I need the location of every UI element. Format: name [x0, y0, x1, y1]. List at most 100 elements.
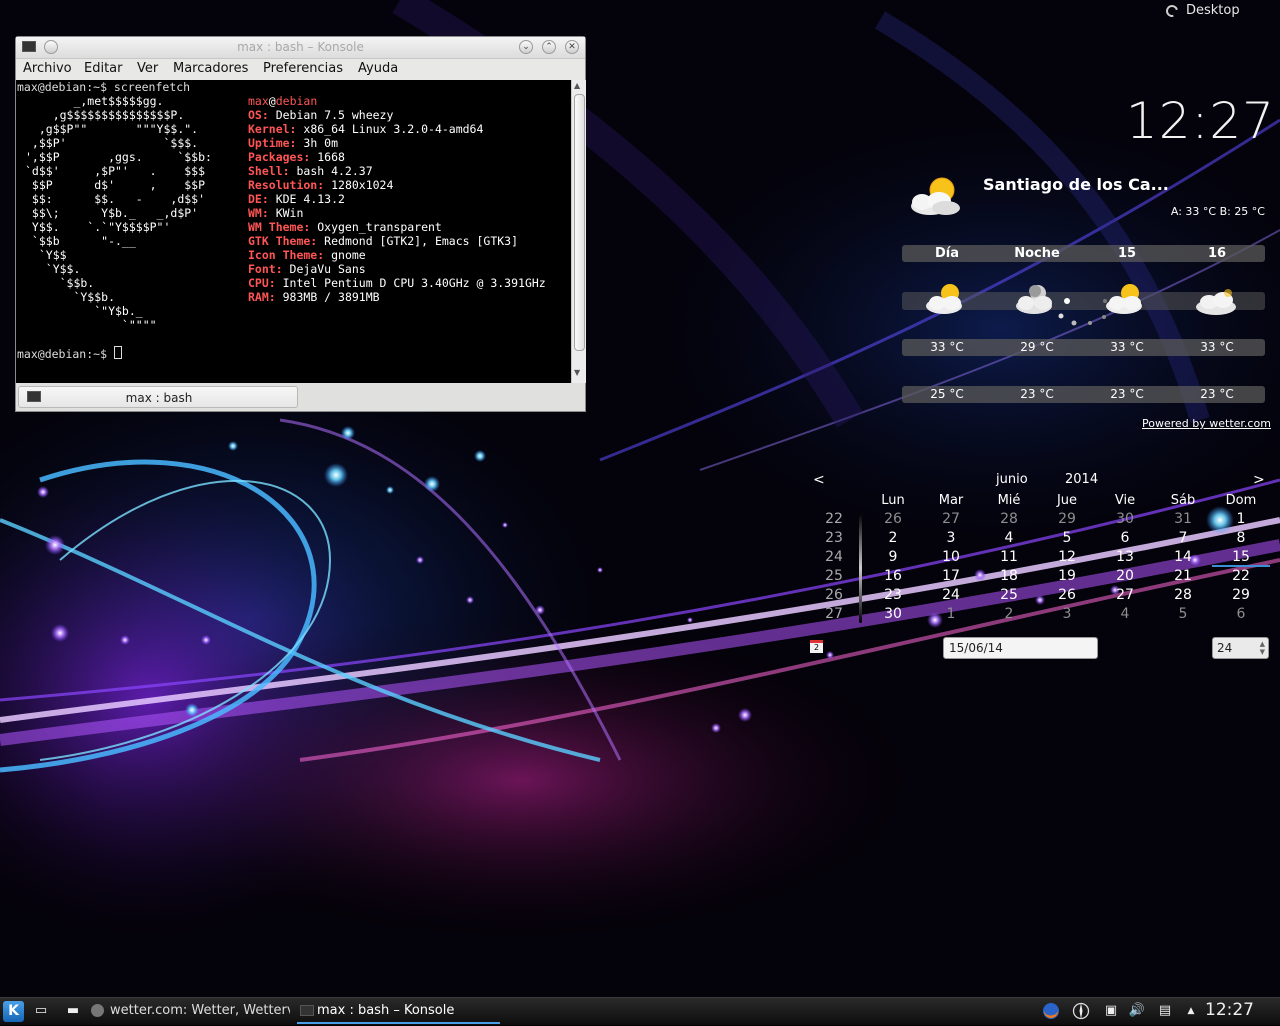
taskbar-clock[interactable]: 12:27: [1205, 1000, 1254, 1020]
device-notifier-icon[interactable]: ▤: [1156, 1002, 1174, 1020]
calendar-day[interactable]: 6: [1096, 530, 1154, 546]
calendar-day[interactable]: 21: [1154, 568, 1212, 584]
calendar-day[interactable]: 5: [1154, 606, 1212, 622]
calendar-day[interactable]: 13: [1096, 549, 1154, 565]
logo-line: `"""": [25, 318, 157, 332]
weather-high-temp: 33 °C: [1200, 340, 1234, 354]
calendar-day[interactable]: 19: [1038, 568, 1096, 584]
tab-max-bash[interactable]: max : bash: [18, 386, 298, 408]
calendar-day[interactable]: 2: [980, 606, 1038, 622]
volume-icon[interactable]: 🔊: [1128, 1002, 1146, 1020]
calendar-day[interactable]: 3: [922, 530, 980, 546]
show-desktop-icon[interactable]: ▬: [64, 1002, 82, 1020]
calendar-date-input[interactable]: [943, 637, 1098, 659]
sysinfo-label: Packages:: [248, 150, 311, 164]
calendar-day[interactable]: 23: [864, 587, 922, 603]
terminal-cursor: [113, 346, 122, 359]
task-browser[interactable]: wetter.com: Wetter, Wetterv: [90, 1000, 290, 1022]
calendar-day[interactable]: 4: [980, 530, 1038, 546]
calendar-week-spinbox[interactable]: 24 ▲ ▼: [1212, 637, 1269, 659]
calendar-month[interactable]: junio: [996, 472, 1028, 487]
task-konsole[interactable]: max : bash – Konsole: [297, 1000, 500, 1024]
window-titlebar[interactable]: max : bash – Konsole ⌄ ⌃ ✕: [16, 37, 585, 59]
menu-marcadores[interactable]: Marcadores: [173, 61, 248, 76]
calendar-day-today[interactable]: 15: [1212, 549, 1270, 565]
weather-low-temp: 23 °C: [1200, 387, 1234, 401]
spin-arrows-icon[interactable]: ▲ ▼: [1260, 640, 1265, 656]
scroll-up-arrow-icon[interactable]: ▲: [574, 81, 580, 90]
system-tray-expand-icon[interactable]: ▲: [1182, 1002, 1200, 1020]
scrollbar-thumb[interactable]: [574, 94, 585, 351]
calendar-day[interactable]: 30: [864, 606, 922, 622]
firefox-icon[interactable]: [1042, 1002, 1060, 1020]
pager-icon[interactable]: ▭: [32, 1002, 50, 1020]
desktop-toolbox[interactable]: Desktop: [1163, 2, 1240, 19]
calendar-week-value: 24: [1217, 641, 1233, 655]
calendar-day[interactable]: 28: [1154, 587, 1212, 603]
konsole-task-icon: [300, 1005, 314, 1016]
calendar-day[interactable]: 26: [1038, 587, 1096, 603]
menu-archivo[interactable]: Archivo: [23, 61, 72, 76]
calendar-day[interactable]: 6: [1212, 606, 1270, 622]
calendar-day[interactable]: 5: [1038, 530, 1096, 546]
window-maximize-button[interactable]: ⌃: [542, 40, 556, 54]
terminal-host: debian: [275, 94, 318, 108]
calendar-day[interactable]: 27: [1096, 587, 1154, 603]
calendar-day[interactable]: 20: [1096, 568, 1154, 584]
sysinfo-value: Debian 7.5 wheezy: [268, 108, 394, 122]
menu-preferencias[interactable]: Preferencias: [263, 61, 343, 76]
calendar-day[interactable]: 10: [922, 549, 980, 565]
terminal-scrollbar[interactable]: ▲ ▼: [571, 80, 586, 383]
calendar-day[interactable]: 7: [1154, 530, 1212, 546]
menu-ver[interactable]: Ver: [137, 61, 158, 76]
konsole-tabbar: max : bash: [16, 383, 585, 411]
calendar-day[interactable]: 29: [1212, 587, 1270, 603]
terminal-output[interactable]: max@debian:~$ screenfetch _,met$$$$$gg. …: [16, 80, 571, 383]
clipboard-icon[interactable]: ▣: [1102, 1002, 1120, 1020]
scroll-down-arrow-icon[interactable]: ▼: [574, 368, 580, 377]
calendar-day[interactable]: 18: [980, 568, 1038, 584]
network-compass-icon[interactable]: [1072, 1002, 1090, 1020]
calendar-widget: < junio 2014 > Lun Mar Mié Jue Vie Sáb Dom 22 2…: [810, 470, 1280, 660]
calendar-day[interactable]: 28: [980, 511, 1038, 527]
calendar-day[interactable]: 11: [980, 549, 1038, 565]
weather-powered-by-link[interactable]: Powered by wetter.com: [1142, 417, 1271, 430]
sysinfo-value: gnome: [324, 248, 366, 262]
calendar-day[interactable]: 8: [1212, 530, 1270, 546]
window-minimize-button[interactable]: ⌄: [519, 40, 533, 54]
kde-menu-button[interactable]: K: [3, 1001, 24, 1022]
calendar-day[interactable]: 30: [1096, 511, 1154, 527]
calendar-day[interactable]: 14: [1154, 549, 1212, 565]
calendar-day[interactable]: 1: [922, 606, 980, 622]
calendar-day[interactable]: 27: [922, 511, 980, 527]
menu-editar[interactable]: Editar: [84, 61, 123, 76]
sysinfo-line: CPU: Intel Pentium D CPU 3.40GHz @ 3.391…: [248, 276, 546, 290]
calendar-day[interactable]: 25: [980, 587, 1038, 603]
calendar-week-number: 23: [825, 530, 843, 546]
calendar-day[interactable]: 1: [1212, 511, 1270, 527]
tab-label: max : bash: [125, 391, 193, 405]
calendar-day[interactable]: 17: [922, 568, 980, 584]
calendar-day[interactable]: 24: [922, 587, 980, 603]
sysinfo-label: RAM:: [248, 290, 276, 304]
calendar-prev-month-button[interactable]: <: [813, 472, 825, 488]
menu-ayuda[interactable]: Ayuda: [358, 61, 398, 76]
calendar-date-icon[interactable]: 2: [810, 640, 823, 653]
calendar-day[interactable]: 3: [1038, 606, 1096, 622]
calendar-day[interactable]: 22: [1212, 568, 1270, 584]
calendar-day[interactable]: 12: [1038, 549, 1096, 565]
calendar-day[interactable]: 9: [864, 549, 922, 565]
sysinfo-line: Shell: bash 4.2.37: [248, 164, 373, 178]
calendar-day[interactable]: 29: [1038, 511, 1096, 527]
window-close-button[interactable]: ✕: [565, 40, 579, 54]
calendar-day[interactable]: 2: [864, 530, 922, 546]
calendar-day[interactable]: 4: [1096, 606, 1154, 622]
calendar-year[interactable]: 2014: [1065, 472, 1098, 487]
calendar-next-month-button[interactable]: >: [1253, 472, 1265, 488]
calendar-day[interactable]: 31: [1154, 511, 1212, 527]
calendar-day[interactable]: 16: [864, 568, 922, 584]
sysinfo-line: WM: KWin: [248, 206, 303, 220]
calendar-week-separator: [859, 513, 862, 623]
calendar-day[interactable]: 26: [864, 511, 922, 527]
sysinfo-line: DE: KDE 4.13.2: [248, 192, 345, 206]
